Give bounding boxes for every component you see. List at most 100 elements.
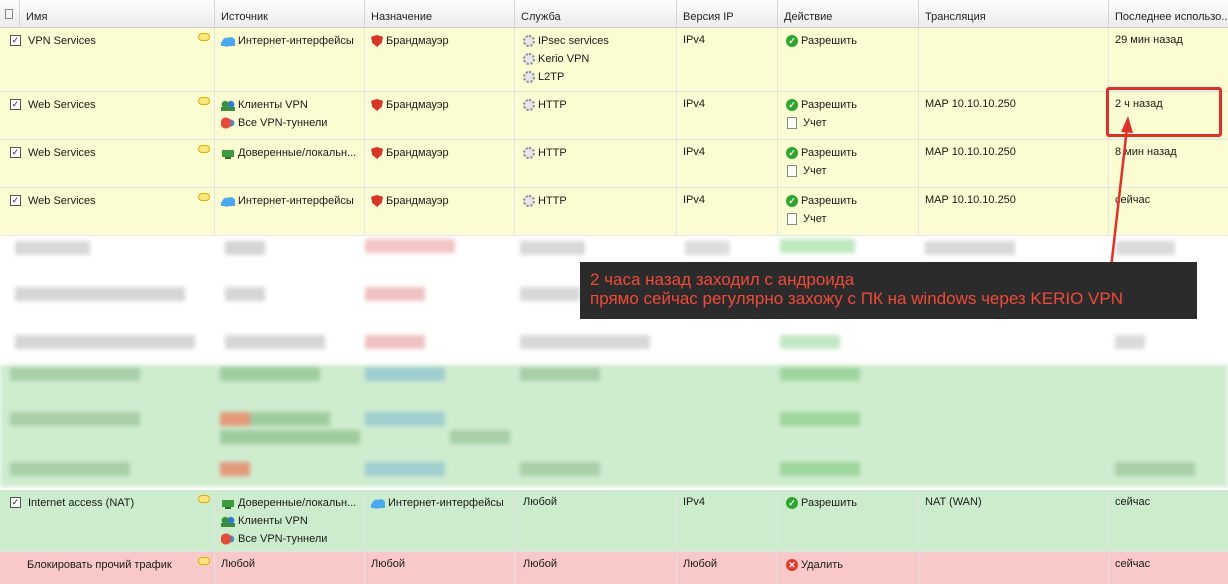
source-item: Доверенные/локальн... bbox=[238, 147, 357, 159]
vpn-clients-icon bbox=[221, 99, 235, 111]
rule-enabled-checkbox[interactable]: ✓ bbox=[10, 195, 21, 206]
action-cell[interactable]: ✓ Разрешить bbox=[778, 28, 919, 91]
ip-version-cell[interactable]: IPv4 bbox=[677, 28, 778, 91]
destination-cell[interactable]: Брандмауэр bbox=[365, 188, 515, 235]
comment-icon[interactable] bbox=[198, 557, 210, 565]
action-item: Учет bbox=[803, 117, 827, 129]
destination-cell[interactable]: Брандмауэр bbox=[365, 28, 515, 91]
column-chooser-icon[interactable] bbox=[0, 0, 20, 27]
ip-version-cell[interactable]: IPv4 bbox=[677, 490, 778, 551]
rule-enabled-checkbox[interactable]: ✓ bbox=[10, 147, 21, 158]
service-cell[interactable]: HTTP bbox=[515, 188, 677, 235]
translation-cell[interactable]: MAP 10.10.10.250 bbox=[919, 188, 1109, 235]
ip-version-cell[interactable]: IPv4 bbox=[677, 188, 778, 235]
action-cell[interactable]: ✓ Разрешить bbox=[778, 490, 919, 551]
action-item: Разрешить bbox=[801, 497, 857, 509]
ip-version-cell[interactable]: Любой bbox=[677, 552, 778, 584]
service-cell[interactable]: HTTP bbox=[515, 92, 677, 139]
column-header-destination[interactable]: Назначение bbox=[365, 0, 515, 27]
vpn-tunnels-icon bbox=[221, 533, 235, 545]
comment-icon[interactable] bbox=[198, 145, 210, 153]
action-cell[interactable]: ✕ Удалить bbox=[778, 552, 919, 584]
source-item: Интернет-интерфейсы bbox=[238, 195, 354, 207]
destination-item: Брандмауэр bbox=[386, 99, 449, 111]
destination-item: Интернет-интерфейсы bbox=[388, 497, 504, 509]
log-icon bbox=[787, 117, 797, 129]
column-header-service[interactable]: Служба bbox=[515, 0, 677, 27]
translation-cell[interactable] bbox=[919, 552, 1109, 584]
trusted-network-icon bbox=[221, 147, 235, 159]
action-cell[interactable]: ✓ Разрешить Учет bbox=[778, 92, 919, 139]
table-row[interactable]: ✓ Web Services Клиенты VPN Все VPN-туннел… bbox=[0, 92, 1228, 140]
log-icon bbox=[787, 165, 797, 177]
service-item: HTTP bbox=[538, 99, 567, 111]
rule-name: Web Services bbox=[28, 147, 96, 159]
destination-item: Брандмауэр bbox=[386, 147, 449, 159]
action-item: Разрешить bbox=[801, 99, 857, 111]
rule-name-cell: ✓ Web Services bbox=[0, 140, 215, 187]
destination-cell[interactable]: Брандмауэр bbox=[365, 140, 515, 187]
service-icon bbox=[523, 99, 535, 111]
destination-cell[interactable]: Любой bbox=[365, 552, 515, 584]
last-used-cell: сейчас bbox=[1115, 496, 1151, 508]
internet-interfaces-icon bbox=[221, 35, 235, 47]
table-row[interactable]: ✓ Internet access (NAT) Доверенные/локаль… bbox=[0, 488, 1228, 552]
service-item: Kerio VPN bbox=[538, 53, 590, 65]
source-cell[interactable]: Любой bbox=[215, 552, 365, 584]
column-header-ip-version[interactable]: Версия IP bbox=[677, 0, 778, 27]
rule-name-cell: ✓ VPN Services bbox=[0, 28, 215, 91]
comment-icon[interactable] bbox=[198, 33, 210, 41]
last-used-cell: сейчас bbox=[1115, 194, 1151, 206]
service-cell[interactable]: HTTP bbox=[515, 140, 677, 187]
source-item: Все VPN-туннели bbox=[238, 533, 328, 545]
destination-cell[interactable]: Брандмауэр bbox=[365, 92, 515, 139]
source-cell[interactable]: Доверенные/локальн... Клиенты VPN Все VP… bbox=[215, 490, 365, 551]
service-cell[interactable]: IPsec services Kerio VPN L2TP bbox=[515, 28, 677, 91]
rule-name-cell: ✓ Internet access (NAT) bbox=[0, 490, 215, 551]
service-item: L2TP bbox=[538, 71, 565, 83]
column-header-name[interactable]: Имя bbox=[20, 0, 215, 27]
service-cell[interactable]: Любой bbox=[515, 552, 677, 584]
comment-icon[interactable] bbox=[198, 495, 210, 503]
table-row[interactable]: ✓ VPN Services Интернет-интерфейсы Брандм… bbox=[0, 28, 1228, 92]
service-item: HTTP bbox=[538, 147, 567, 159]
service-cell[interactable]: Любой bbox=[515, 490, 677, 551]
column-header-last-used[interactable]: Последнее использо... bbox=[1109, 0, 1228, 27]
firewall-icon bbox=[371, 147, 383, 159]
internet-interfaces-icon bbox=[371, 497, 385, 509]
action-item: Удалить bbox=[801, 559, 843, 571]
source-cell[interactable]: Доверенные/локальн... bbox=[215, 140, 365, 187]
ip-version-cell[interactable]: IPv4 bbox=[677, 140, 778, 187]
rule-enabled-checkbox[interactable]: ✓ bbox=[10, 497, 21, 508]
rule-enabled-checkbox[interactable]: ✓ bbox=[10, 99, 21, 110]
rule-name: Web Services bbox=[28, 195, 96, 207]
action-item: Учет bbox=[803, 165, 827, 177]
comment-icon[interactable] bbox=[198, 193, 210, 201]
table-row[interactable]: Блокировать прочий трафик Любой Любой Лю… bbox=[0, 552, 1228, 584]
service-icon bbox=[523, 147, 535, 159]
allow-icon: ✓ bbox=[786, 497, 798, 509]
translation-cell[interactable] bbox=[919, 28, 1109, 91]
comment-icon[interactable] bbox=[198, 97, 210, 105]
table-row[interactable]: ✓ Web Services Доверенные/локальн... Бран… bbox=[0, 140, 1228, 188]
source-item: Клиенты VPN bbox=[238, 515, 308, 527]
vpn-clients-icon bbox=[221, 515, 235, 527]
annotation-line-2: прямо сейчас регулярно захожу с ПК на wi… bbox=[590, 289, 1124, 308]
table-row[interactable]: ✓ Web Services Интернет-интерфейсы Брандм… bbox=[0, 188, 1228, 236]
action-cell[interactable]: ✓ Разрешить Учет bbox=[778, 188, 919, 235]
rule-enabled-checkbox[interactable]: ✓ bbox=[10, 35, 21, 46]
column-header-source[interactable]: Источник bbox=[215, 0, 365, 27]
column-header-translation[interactable]: Трансляция bbox=[919, 0, 1109, 27]
translation-cell[interactable]: MAP 10.10.10.250 bbox=[919, 140, 1109, 187]
ip-version-cell[interactable]: IPv4 bbox=[677, 92, 778, 139]
translation-cell[interactable]: NAT (WAN) bbox=[919, 490, 1109, 551]
destination-cell[interactable]: Интернет-интерфейсы bbox=[365, 490, 515, 551]
column-header-action[interactable]: Действие bbox=[778, 0, 919, 27]
source-cell[interactable]: Интернет-интерфейсы bbox=[215, 188, 365, 235]
source-cell[interactable]: Клиенты VPN Все VPN-туннели bbox=[215, 92, 365, 139]
source-cell[interactable]: Интернет-интерфейсы bbox=[215, 28, 365, 91]
action-item: Разрешить bbox=[801, 35, 857, 47]
destination-item: Брандмауэр bbox=[386, 195, 449, 207]
action-cell[interactable]: ✓ Разрешить Учет bbox=[778, 140, 919, 187]
translation-cell[interactable]: MAP 10.10.10.250 bbox=[919, 92, 1109, 139]
